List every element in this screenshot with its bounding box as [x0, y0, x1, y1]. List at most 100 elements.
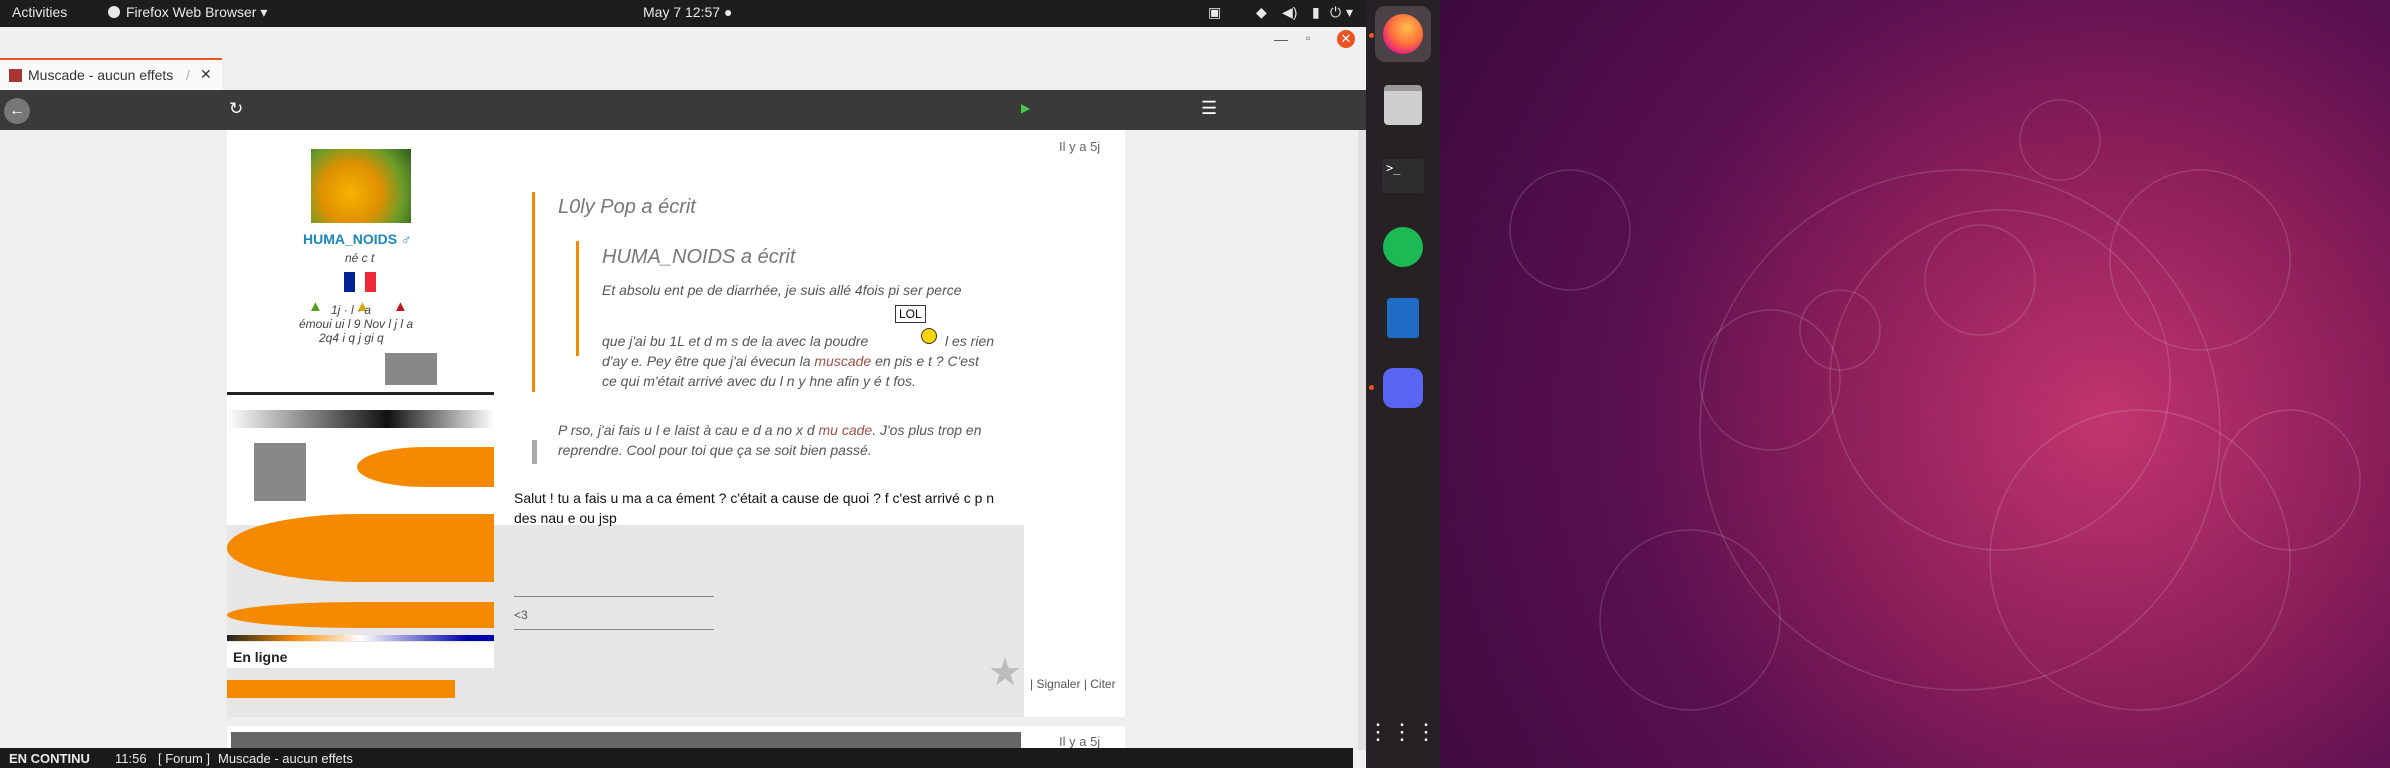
username-link[interactable]: HUMA_NOIDS ♂ — [303, 231, 412, 247]
quote2-author: HUMA_NOIDS a écrit — [602, 246, 796, 268]
clock[interactable]: May 7 12:57 ● — [643, 4, 732, 20]
app-grid-icon: ⋮⋮⋮ — [1367, 719, 1439, 744]
glitch-orange-1 — [357, 447, 494, 487]
post-time: Il y a 5j — [1059, 139, 1101, 154]
next-post-time: Il y a 5j — [1059, 734, 1101, 749]
maximize-icon[interactable]: ▫ — [1306, 31, 1310, 45]
quote2-line-3a: d'ay e. Pey être que j'ai évecun la — [602, 353, 815, 369]
reply-line-2: des nau e ou jsp — [514, 510, 617, 526]
online-status: En ligne — [233, 649, 288, 665]
status-page: Muscade - aucun effets — [218, 751, 353, 766]
status-time: 11:56 — [115, 751, 147, 766]
top-bar: Activities Firefox Web Browser ▾ May 7 1… — [0, 0, 1366, 27]
hamburger-menu-icon[interactable]: ☰ — [1201, 98, 1217, 119]
status-mode: EN CONTINU — [9, 751, 90, 766]
terminal-icon: >_ — [1382, 159, 1424, 193]
navigation-bar: ← ↻ ▶ ☰ — [0, 90, 1366, 130]
glitch-stripe — [227, 410, 494, 428]
quote2-line-1: Et absolu ent pe de diarrhée, je suis al… — [602, 282, 962, 298]
lol-smiley-icon: LOL — [895, 305, 926, 323]
quote2-line-4: ce qui m'était arrivé avec du l n y hne … — [602, 373, 916, 389]
show-apps-dock-item[interactable]: ⋮⋮⋮ — [1367, 704, 1437, 760]
volume-icon[interactable]: ◀) — [1282, 4, 1297, 21]
post-actions[interactable]: | Signaler | Citer — [1030, 677, 1116, 691]
user-stats: 1j · l · a — [331, 303, 372, 317]
close-tab-icon[interactable]: ✕ — [200, 66, 212, 83]
running-indicator — [1369, 33, 1374, 38]
discord-tray-icon[interactable]: ▣ — [1208, 4, 1221, 21]
notification-dot-icon: ● — [723, 4, 733, 20]
signature-divider-bottom — [514, 629, 714, 630]
extension-icon[interactable]: ▶ — [1021, 101, 1030, 115]
wallpaper-pattern — [1509, 99, 2361, 711]
muscade-link-2[interactable]: mu cade — [819, 422, 873, 438]
glitch-stripe-2 — [227, 635, 494, 641]
quote1-line-2: reprendre. Cool pour toi que ça se soit … — [558, 442, 872, 458]
glitch-block — [385, 353, 437, 385]
desktop-wallpaper — [1440, 0, 2390, 768]
glitch-orange-4 — [227, 680, 455, 698]
favorite-star-icon[interactable]: ★ — [988, 650, 1022, 695]
thumb-up-icon: ▲ — [308, 298, 323, 315]
signature-divider — [514, 596, 714, 597]
user-meta: né c t — [345, 251, 375, 265]
firefox-dock-item[interactable] — [1375, 6, 1431, 62]
quote1-body-bar — [532, 440, 537, 464]
terminal-dock-item[interactable]: >_ — [1375, 148, 1431, 204]
tab-muscade[interactable]: Muscade - aucun effets / ✕ — [0, 58, 222, 92]
back-icon[interactable]: ← — [4, 98, 30, 124]
network-icon[interactable]: ◆ — [1256, 4, 1267, 21]
spotify-icon — [1383, 227, 1423, 267]
chevron-down-icon: ▾ — [260, 4, 268, 20]
quote2-bar — [576, 241, 579, 356]
discord-dock-item[interactable] — [1375, 360, 1431, 416]
discord-icon — [1383, 368, 1423, 408]
glitch-block-2 — [254, 443, 306, 501]
laughing-face-icon — [921, 328, 937, 344]
quote1-author: L0ly Pop a écrit — [558, 196, 696, 218]
online-box: En ligne — [227, 642, 494, 668]
quote2-line-3b: en pis e t ? C'est — [871, 353, 979, 369]
dock: >_ ⋮⋮⋮ — [1366, 0, 1440, 768]
forum-post: Il y a 5j HUMA_NOIDS ♂ né c t ▲ ▲ ▲ 1j ·… — [227, 130, 1125, 717]
minimize-icon[interactable]: — — [1274, 31, 1288, 47]
firefox-small-icon — [108, 6, 120, 18]
firefox-icon — [1383, 14, 1423, 54]
status-forum: [ Forum ] — [158, 751, 211, 766]
system-menu-chevron-icon[interactable]: ▾ — [1346, 4, 1353, 21]
user-stats-2: émoui ui l 9 Nov l j l a — [299, 317, 414, 331]
page-content: Il y a 5j HUMA_NOIDS ♂ né c t ▲ ▲ ▲ 1j ·… — [0, 130, 1358, 750]
close-window-icon[interactable]: ✕ — [1337, 30, 1355, 48]
favicon-icon — [8, 68, 23, 83]
files-icon — [1384, 85, 1422, 125]
quote2-line-3: d'ay e. Pey être que j'ai évecun la musc… — [602, 353, 979, 369]
writer-dock-item[interactable] — [1375, 290, 1431, 346]
status-bar: EN CONTINU 11:56 [ Forum ] Muscade - auc… — [0, 748, 1353, 768]
reply-line-1: Salut ! tu a fais u ma a ca ément ? c'ét… — [514, 490, 995, 506]
reload-icon[interactable]: ↻ — [229, 99, 243, 119]
user-stats-3: 2q4 i q j gi q — [319, 331, 384, 345]
app-menu[interactable]: Firefox Web Browser ▾ — [108, 4, 267, 21]
quote2-line-2: que j'ai bu 1L et d m s de la avec la po… — [602, 333, 869, 349]
muscade-link[interactable]: muscade — [814, 353, 871, 369]
spotify-dock-item[interactable] — [1375, 219, 1431, 275]
glitch-orange-2 — [227, 514, 494, 582]
activities-button[interactable]: Activities — [12, 4, 67, 20]
datetime-label: May 7 12:57 — [643, 4, 721, 20]
scrollbar[interactable] — [1358, 130, 1366, 750]
tab-title: Muscade - aucun effets — [28, 67, 174, 83]
battery-icon[interactable]: ▮ — [1312, 4, 1320, 21]
quote1-line-1: P rso, j'ai fais u l e laist à cau e d a… — [558, 422, 982, 438]
male-icon: ♂ — [401, 231, 412, 247]
glitch-line — [227, 392, 494, 395]
power-icon[interactable]: ⏻ — [1330, 4, 1341, 21]
quote2-line-2b: l es rien — [945, 333, 995, 349]
glitch-orange-3 — [227, 602, 494, 628]
user-avatar[interactable] — [311, 149, 411, 223]
quote1-bar — [532, 192, 535, 392]
next-post: Il y a 5j — [227, 726, 1125, 750]
running-indicator-2 — [1369, 385, 1374, 390]
files-dock-item[interactable] — [1375, 77, 1431, 133]
tab-title-fade: / — [186, 67, 190, 83]
writer-icon — [1387, 298, 1419, 338]
